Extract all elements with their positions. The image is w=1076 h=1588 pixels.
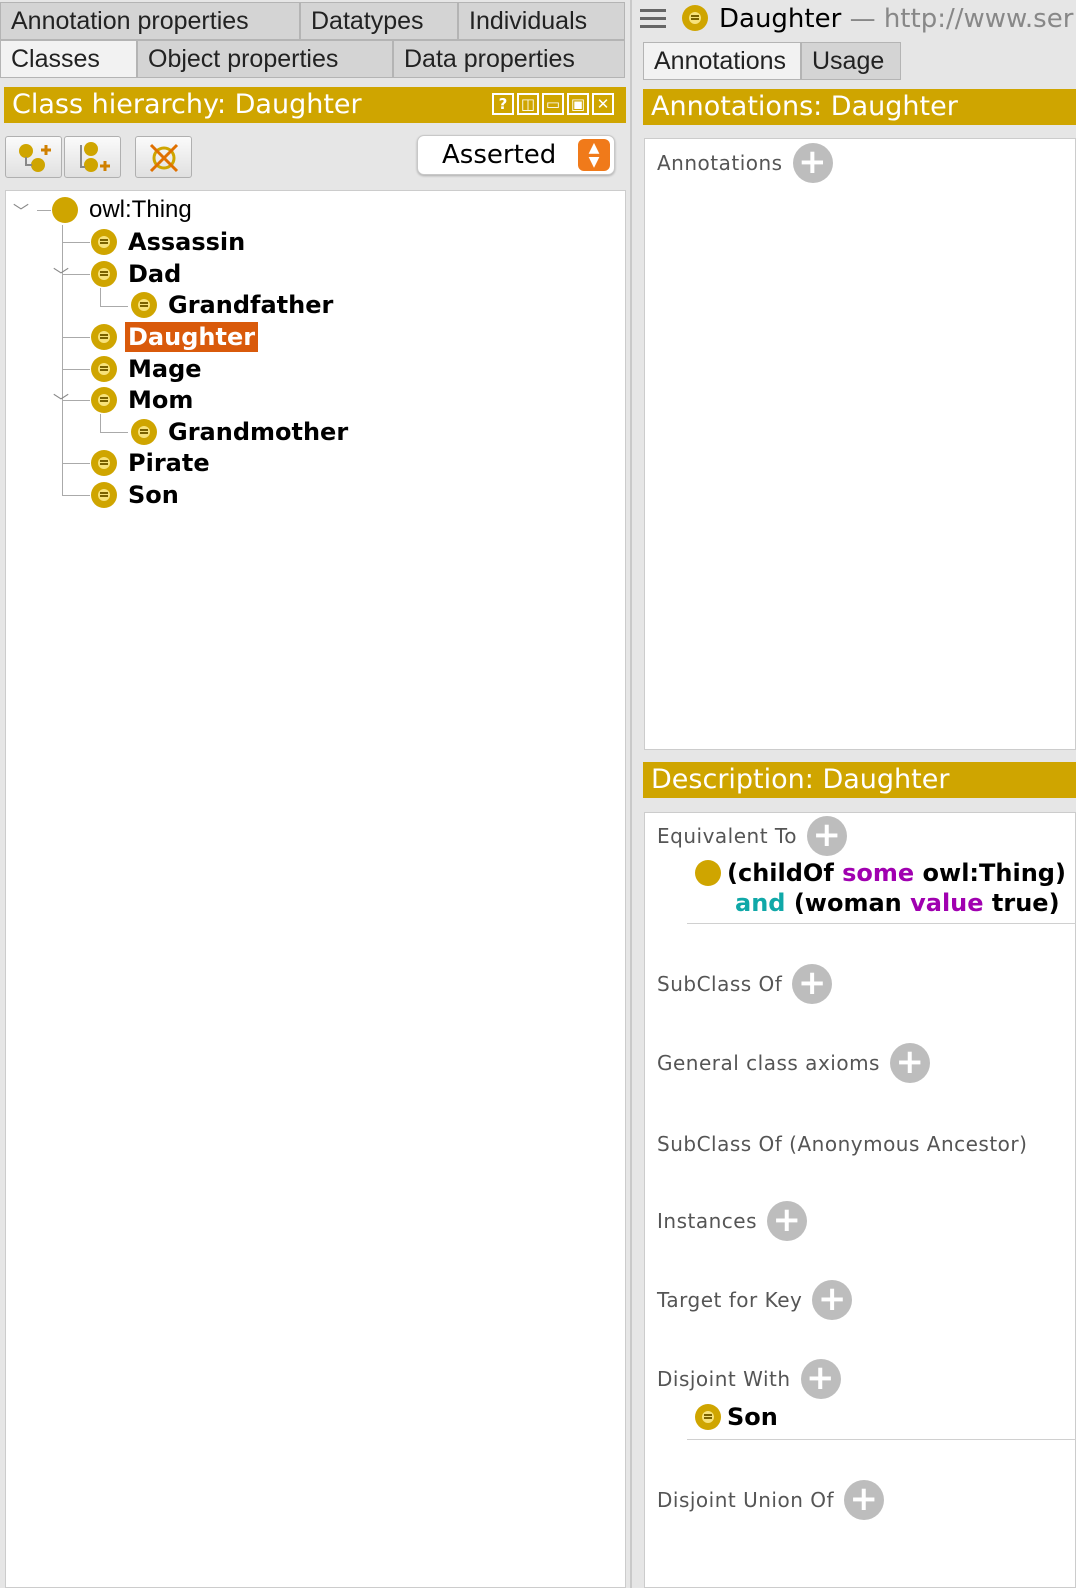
help-view-button[interactable]: ? [492,93,514,115]
minimize-view-button[interactable]: ▭ [542,93,564,115]
class-icon [131,419,157,445]
class-icon [91,229,117,255]
tree-node-assassin[interactable]: Assassin [91,227,248,257]
tree-node-pirate[interactable]: Pirate [91,448,213,478]
instances-section: Instances + [657,1201,807,1241]
tab-annotations[interactable]: Annotations [643,42,801,80]
add-superclass-button[interactable]: + [792,964,833,1004]
equivalent-to-section: Equivalent To + [657,816,847,856]
class-icon [91,387,117,413]
tree-node-owl-thing[interactable]: owl:Thing [52,195,195,225]
annotations-section: Annotations + [657,143,833,183]
tab-row-top: Annotation properties Datatypes Individu… [0,2,625,40]
class-icon [91,356,117,382]
tab-individuals[interactable]: Individuals [458,2,625,40]
disjoint-item-label: Son [727,1403,778,1431]
tab-annotation-properties[interactable]: Annotation properties [0,2,300,40]
expand-mom-icon[interactable]: ﹀ [53,388,69,412]
expand-dad-icon[interactable]: ﹀ [53,262,69,286]
delete-class-button[interactable] [135,136,192,178]
add-subclass-icon [19,144,51,172]
entity-header: Daughter — http://www.ser [719,2,1073,36]
owl-thing-icon [52,197,78,223]
split-view-button[interactable]: ◫ [517,93,539,115]
hierarchy-mode-select[interactable]: Asserted ▲ ▼ [417,135,615,175]
add-disjoint-button[interactable]: + [800,1359,841,1399]
hierarchy-mode-label: Asserted [442,140,557,170]
description-header: Description: Daughter [643,762,1076,798]
class-icon [91,261,117,287]
entity-class-icon [682,5,708,31]
add-disjoint-union-button[interactable]: + [844,1480,885,1520]
add-sibling-button[interactable] [64,136,121,178]
class-icon [91,482,117,508]
add-instance-button[interactable]: + [767,1201,807,1241]
tab-object-properties[interactable]: Object properties [137,40,393,78]
annotations-panel [644,138,1076,750]
maximize-view-button[interactable]: ▣ [567,93,589,115]
class-icon [91,324,117,350]
annotations-header: Annotations: Daughter [643,89,1076,125]
tree-node-dad[interactable]: Dad [91,259,184,289]
class-icon [91,450,117,476]
anonymous-class-icon [695,860,721,886]
tree-node-mom[interactable]: Mom [91,385,196,415]
anonymous-ancestor-section: SubClass Of (Anonymous Ancestor) [657,1132,1028,1156]
tree-node-mage[interactable]: Mage [91,354,205,384]
tab-data-properties[interactable]: Data properties [393,40,625,78]
tab-usage[interactable]: Usage [801,42,901,80]
class-hierarchy-header: Class hierarchy: Daughter ? ◫ ▭ ▣ ✕ [4,87,626,123]
tree-node-son[interactable]: Son [91,480,182,510]
tree-node-grandfather[interactable]: Grandfather [131,290,336,320]
tree-node-daughter[interactable]: Daughter [91,322,259,352]
tab-datatypes[interactable]: Datatypes [300,2,458,40]
class-icon [695,1404,721,1430]
general-axioms-section: General class axioms + [657,1043,930,1083]
entity-name: Daughter [719,4,842,34]
split-divider[interactable] [630,0,632,1588]
delete-class-icon [149,143,179,173]
add-general-axiom-button[interactable]: + [889,1043,930,1083]
subclass-of-section: SubClass Of + [657,964,833,1004]
description-panel [644,812,1076,1588]
expand-owl-thing-icon[interactable]: ﹀ [13,198,29,222]
disjoint-with-section: Disjoint With + [657,1359,841,1399]
tab-classes[interactable]: Classes [0,40,137,78]
menu-icon[interactable] [640,6,666,30]
target-key-section: Target for Key + [657,1280,853,1320]
equivalent-expression: (childOf some owl:Thing) and (woman valu… [727,859,1066,917]
view-buttons: ? ◫ ▭ ▣ ✕ [492,93,614,115]
disjoint-union-section: Disjoint Union Of + [657,1480,885,1520]
equivalent-expression-row[interactable]: (childOf some owl:Thing) and (woman valu… [687,858,1076,924]
disjoint-item-row[interactable]: Son [687,1402,1076,1440]
entity-iri: — http://www.ser [849,4,1074,34]
tab-row-bottom: Classes Object properties Data propertie… [0,40,625,78]
add-sibling-icon [80,142,110,172]
add-subclass-button[interactable] [5,136,62,178]
description-title: Description: Daughter [651,764,950,795]
tree-node-grandmother[interactable]: Grandmother [131,417,351,447]
annotations-title: Annotations: Daughter [651,91,958,122]
chevron-updown-icon: ▲ ▼ [578,139,610,171]
class-hierarchy-title: Class hierarchy: Daughter [12,89,362,120]
class-icon [131,292,157,318]
close-view-button[interactable]: ✕ [592,93,614,115]
add-annotation-button[interactable]: + [792,143,833,183]
add-key-button[interactable]: + [812,1280,853,1320]
add-equivalent-button[interactable]: + [806,816,847,856]
